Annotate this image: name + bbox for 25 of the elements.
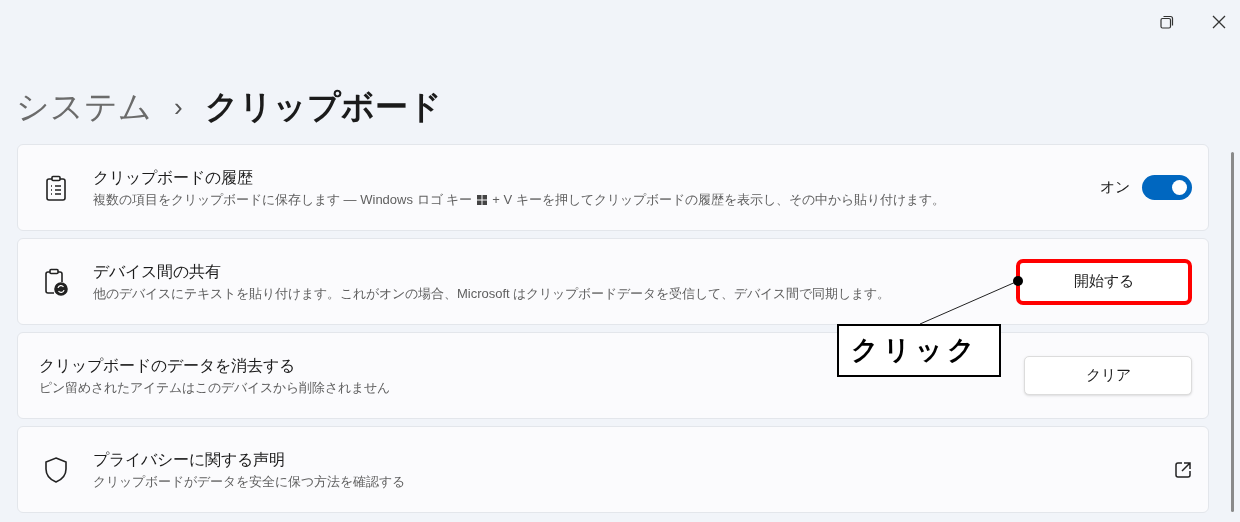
breadcrumb-parent[interactable]: システム	[16, 82, 152, 132]
toggle-switch[interactable]	[1142, 175, 1192, 200]
restore-icon[interactable]	[1160, 15, 1174, 29]
setting-title: プライバシーに関する声明	[93, 449, 285, 470]
breadcrumb-separator: ›	[174, 90, 183, 124]
setting-description: ピン留めされたアイテムはこのデバイスから削除されません	[39, 378, 390, 397]
toggle-state-label: オン	[1100, 177, 1130, 198]
setting-title: クリップボードの履歴	[93, 167, 253, 188]
setting-description: 他のデバイスにテキストを貼り付けます。これがオンの場合、Microsoft はクリップボードデータを受信して、デバイス間で同期します。	[93, 284, 891, 303]
setting-description: クリップボードがデータを安全に保つ方法を確認する	[93, 472, 405, 491]
callout-label: クリック	[837, 324, 1001, 377]
page-title: クリップボード	[204, 87, 442, 128]
scrollbar[interactable]	[1231, 152, 1234, 512]
close-icon[interactable]	[1212, 15, 1226, 29]
shield-icon	[43, 455, 68, 484]
clipboard-sync-icon	[43, 267, 68, 296]
setting-title: デバイス間の共有	[93, 261, 221, 282]
windows-logo-icon	[477, 194, 488, 205]
setting-title: クリップボードのデータを消去する	[39, 355, 295, 376]
action-button[interactable]: 開始する	[1016, 258, 1192, 305]
action-button[interactable]: クリア	[1024, 356, 1192, 395]
setting-description: 複数の項目をクリップボードに保存します — Windows ロゴ キー	[93, 190, 473, 209]
clipboard-list-icon	[44, 174, 67, 201]
setting-description: + V キーを押してクリップボードの履歴を表示し、その中から貼り付けます。	[492, 190, 945, 209]
external-link-icon[interactable]	[1174, 460, 1192, 479]
